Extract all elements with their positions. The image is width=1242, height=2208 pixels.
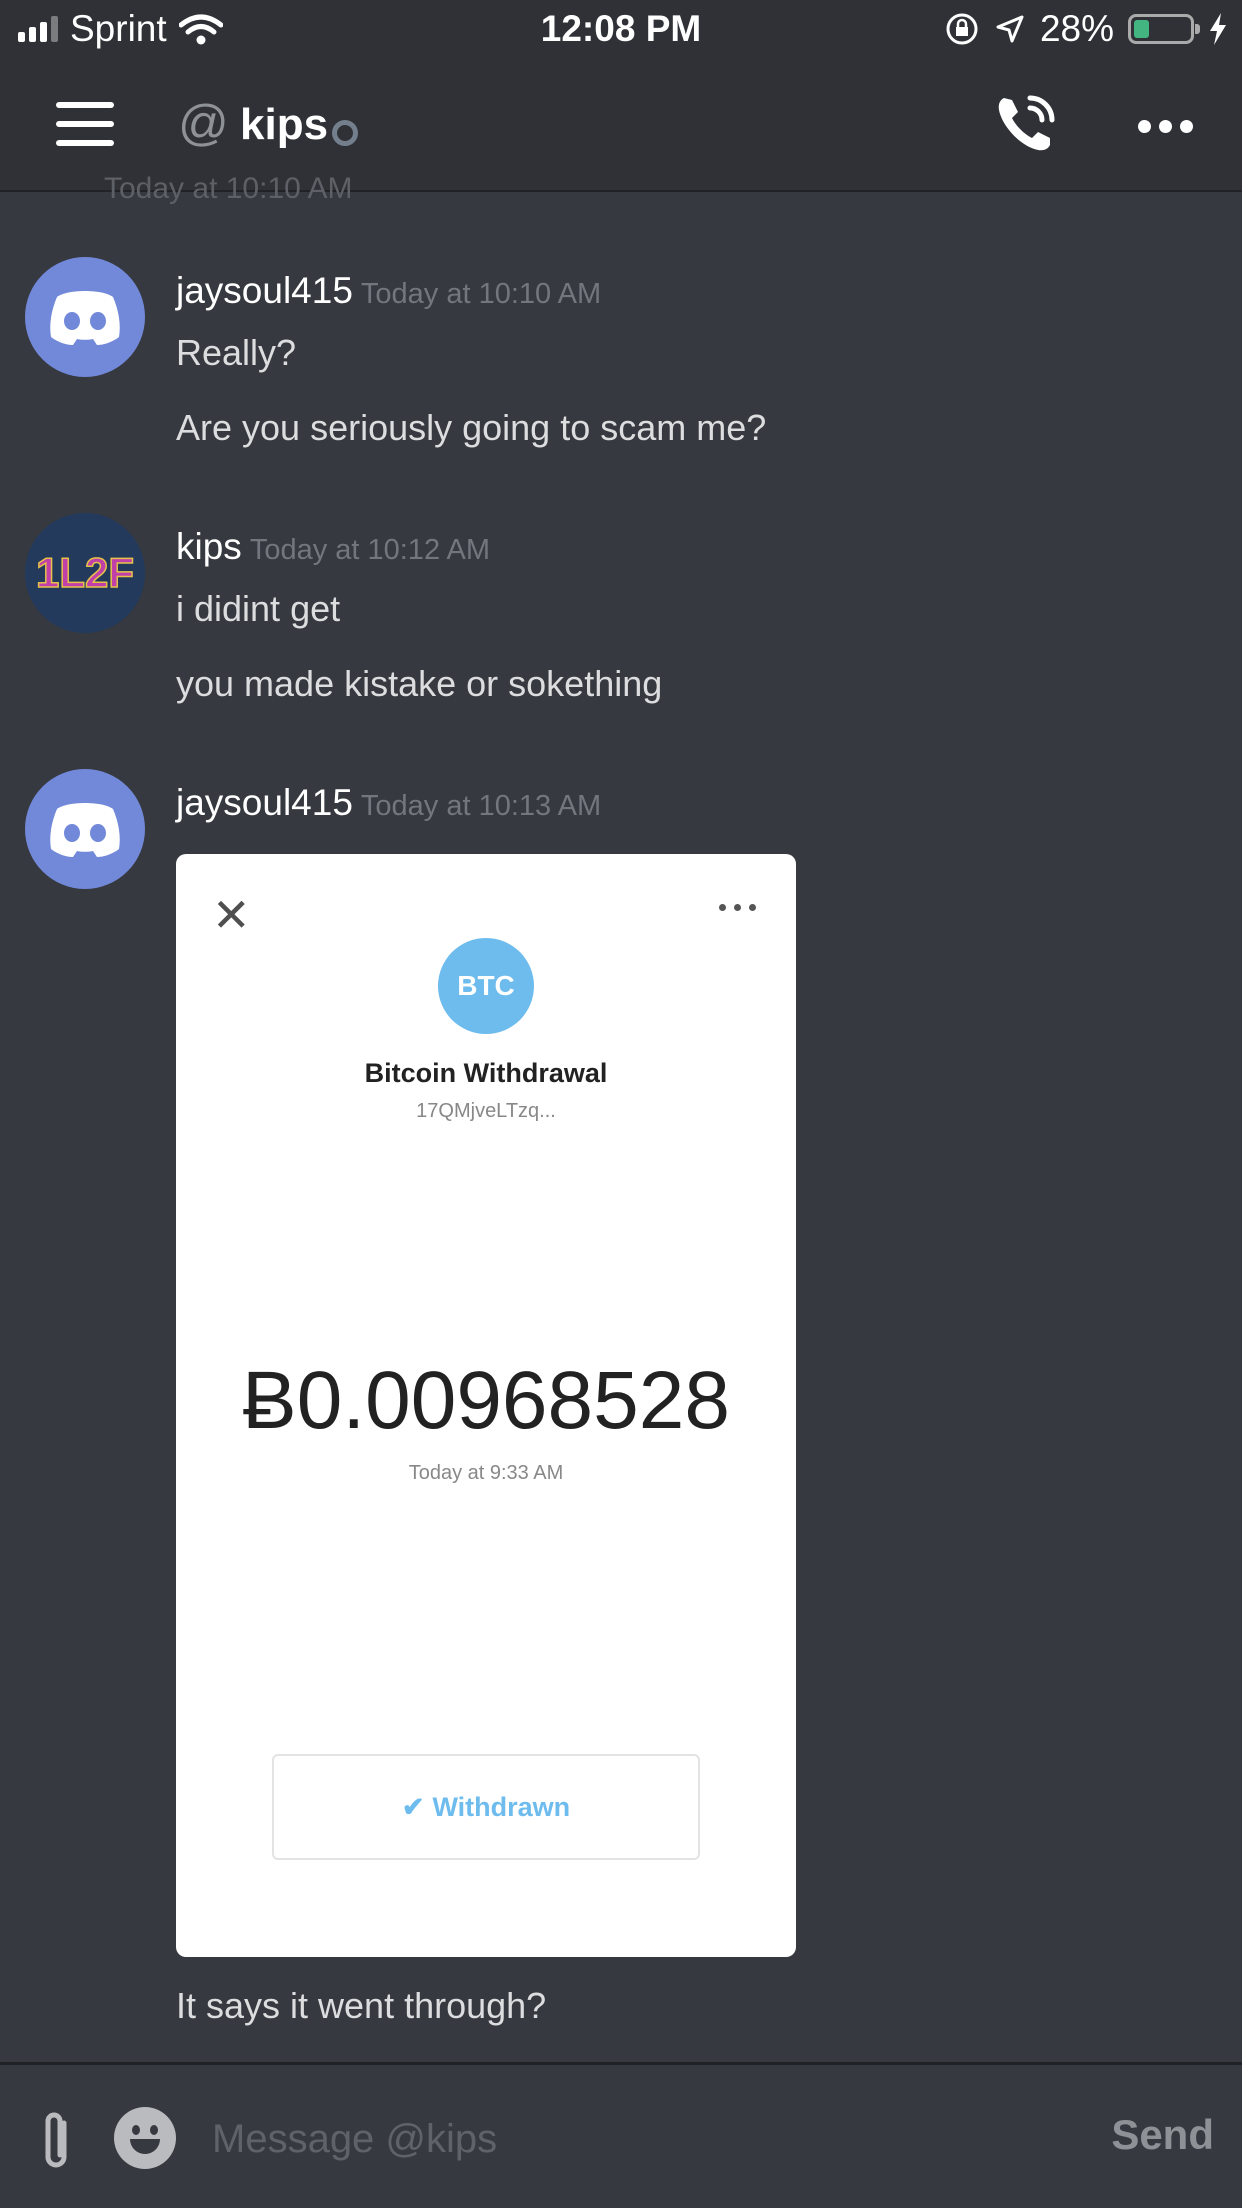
kips-avatar-image: 1L2F bbox=[25, 513, 145, 633]
call-icon[interactable] bbox=[994, 92, 1058, 156]
author-name[interactable]: jaysoul415 bbox=[176, 782, 353, 823]
message-author[interactable]: jaysoul415 Today at 10:10 AM bbox=[176, 270, 601, 312]
wallet-address: 17QMjveLTzq... bbox=[416, 1100, 556, 1122]
charging-icon bbox=[1210, 13, 1226, 45]
battery-icon bbox=[1128, 14, 1200, 44]
withdrawn-status: ✔ Withdrawn bbox=[272, 1754, 700, 1860]
more-icon[interactable] bbox=[1138, 120, 1193, 133]
channel-name[interactable]: kips bbox=[240, 100, 328, 150]
send-button[interactable]: Send bbox=[1111, 2111, 1214, 2159]
location-icon bbox=[996, 15, 1024, 43]
avatar[interactable] bbox=[25, 257, 145, 377]
withdrawal-amount: Ƀ0.00968528 bbox=[242, 1355, 730, 1446]
more-icon bbox=[719, 904, 756, 911]
offline-status-icon bbox=[332, 120, 358, 146]
message-text: It says it went through? bbox=[176, 1985, 547, 2026]
previous-timestamp: Today at 10:10 AM bbox=[104, 172, 353, 205]
author-name[interactable]: jaysoul415 bbox=[176, 270, 353, 311]
battery-percent: 28% bbox=[1039, 8, 1114, 49]
withdrawal-time: Today at 9:33 AM bbox=[408, 1462, 564, 1484]
message-text: i didint get bbox=[176, 588, 341, 629]
avatar[interactable] bbox=[25, 769, 145, 889]
message-timestamp: Today at 10:13 AM bbox=[360, 790, 602, 822]
at-icon: @ bbox=[178, 95, 229, 151]
message-text: you made kistake or sokething bbox=[176, 663, 663, 704]
svg-text:1L2F: 1L2F bbox=[36, 549, 134, 596]
message-timestamp: Today at 10:10 AM bbox=[360, 278, 602, 310]
author-name[interactable]: kips bbox=[176, 526, 242, 567]
close-icon: ✕ bbox=[212, 889, 251, 941]
withdrawn-label: Withdrawn bbox=[432, 1791, 571, 1822]
rotation-lock-icon bbox=[946, 13, 978, 45]
message-author[interactable]: kips Today at 10:12 AM bbox=[176, 526, 490, 568]
message-timestamp: Today at 10:12 AM bbox=[249, 534, 491, 566]
status-bar: Sprint 12:08 PM 28% bbox=[0, 0, 1242, 62]
discord-logo-icon bbox=[50, 803, 120, 857]
message-author[interactable]: jaysoul415 Today at 10:13 AM bbox=[176, 782, 601, 824]
checkmark-icon: ✔ bbox=[401, 1791, 425, 1822]
discord-logo-icon bbox=[50, 291, 120, 345]
message-text: Really? bbox=[176, 332, 297, 373]
status-right: 28% bbox=[944, 8, 1228, 50]
attachment-icon[interactable] bbox=[34, 2109, 78, 2173]
btc-badge: BTC bbox=[438, 938, 534, 1034]
message-input[interactable] bbox=[210, 2103, 1074, 2175]
avatar[interactable]: 1L2F bbox=[25, 513, 145, 633]
image-attachment[interactable]: ✕ BTC Bitcoin Withdrawal 17QMjveLTzq... … bbox=[176, 854, 796, 1957]
message-composer: Send bbox=[0, 2062, 1242, 2208]
menu-icon[interactable] bbox=[56, 102, 114, 146]
emoji-icon[interactable] bbox=[114, 2107, 176, 2169]
message-text: Are you seriously going to scam me? bbox=[176, 407, 767, 448]
withdrawal-title: Bitcoin Withdrawal bbox=[364, 1058, 608, 1088]
